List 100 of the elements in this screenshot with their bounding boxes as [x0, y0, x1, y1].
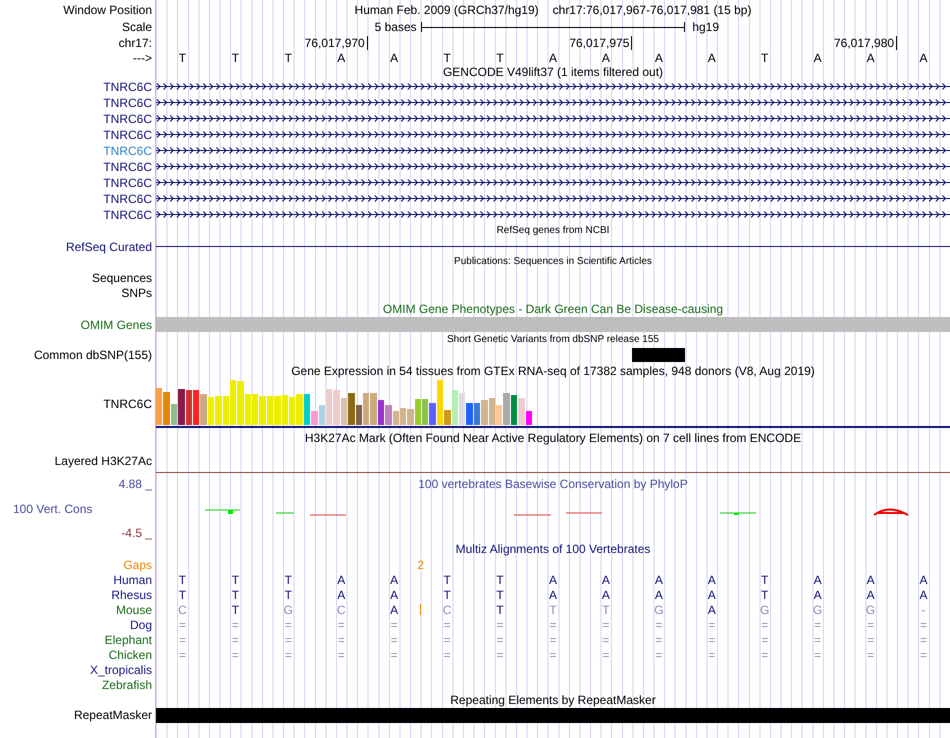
- aligned-base: =: [548, 618, 558, 630]
- track-label[interactable]: TNRC6C: [103, 177, 152, 189]
- aligned-base: =: [813, 634, 822, 646]
- track-label[interactable]: Sequences: [92, 272, 152, 284]
- gene-strand-drawing[interactable]: [156, 211, 950, 218]
- aligned-base: A: [918, 574, 929, 586]
- track-label[interactable]: --->: [133, 52, 152, 64]
- aligned-base: =: [707, 618, 716, 630]
- track-label[interactable]: X_tropicalis: [90, 664, 152, 676]
- aligned-base: =: [230, 634, 240, 646]
- gene-strand-drawing[interactable]: [156, 83, 950, 90]
- aligned-base: T: [495, 574, 505, 586]
- aligned-base: G: [759, 604, 770, 616]
- track-label[interactable]: Zebrafish: [102, 678, 152, 690]
- expression-bar[interactable]: [356, 405, 362, 425]
- track-label[interactable]: OMIM Genes: [80, 318, 152, 330]
- track-label[interactable]: Human: [113, 574, 152, 586]
- aligned-base: T: [495, 604, 505, 616]
- aligned-base: =: [601, 648, 610, 660]
- base-letter: T: [230, 52, 240, 64]
- aligned-base: =: [496, 634, 505, 646]
- track-label[interactable]: TNRC6C: [103, 129, 152, 141]
- position-text: chr17:76,017,967-76,017,981 (15 bp): [552, 4, 752, 16]
- gene-strand-drawing[interactable]: [156, 131, 950, 138]
- expression-bar[interactable]: [192, 390, 200, 425]
- track-label[interactable]: Dog: [130, 618, 152, 630]
- aligned-base: A: [389, 574, 400, 586]
- aligned-base: T: [178, 588, 188, 600]
- track-label[interactable]: Rhesus: [111, 588, 152, 600]
- aligned-base: A: [548, 588, 558, 600]
- axis-min-label: -4.5 _: [121, 527, 152, 539]
- omim-gene-bar[interactable]: [156, 317, 950, 332]
- track-label[interactable]: TNRC6C: [103, 161, 152, 173]
- gene-strand-drawing[interactable]: [156, 115, 950, 122]
- aligned-base: =: [390, 618, 399, 630]
- track-title: RefSeq genes from NCBI: [496, 226, 610, 236]
- aligned-base: A: [600, 574, 611, 586]
- track-label[interactable]: Mouse: [116, 604, 152, 616]
- track-title: Multiz Alignments of 100 Vertebrates: [456, 543, 650, 555]
- aligned-base: T: [442, 588, 452, 600]
- aligned-base: A: [389, 588, 400, 600]
- base-letter: A: [812, 52, 823, 64]
- expression-bar[interactable]: [186, 390, 192, 425]
- track-label[interactable]: Elephant: [104, 634, 152, 646]
- track-label[interactable]: Window Position: [63, 4, 152, 16]
- base-letter: A: [706, 52, 717, 64]
- track-label[interactable]: RepeatMasker: [74, 709, 152, 721]
- gene-strand-drawing[interactable]: [156, 195, 950, 202]
- track-label[interactable]: Chicken: [108, 648, 152, 660]
- gene-strand-drawing[interactable]: [156, 147, 950, 154]
- snp-block[interactable]: [632, 348, 686, 362]
- expression-bar[interactable]: [526, 411, 532, 425]
- aligned-base: A: [706, 574, 717, 586]
- track-label[interactable]: chr17:: [118, 36, 152, 48]
- aligned-base: A: [866, 588, 876, 600]
- aligned-base: =: [760, 648, 770, 660]
- track-label[interactable]: TNRC6C: [103, 193, 152, 205]
- aligned-base: T: [178, 574, 188, 586]
- scale-size: 5 bases: [374, 21, 418, 33]
- aligned-base: G: [864, 604, 876, 616]
- aligned-base: A: [812, 574, 823, 586]
- aligned-base: C: [442, 604, 452, 616]
- track-label[interactable]: Layered H3K27Ac: [54, 455, 152, 467]
- aligned-base: G: [282, 604, 294, 616]
- aligned-base: =: [548, 634, 558, 646]
- aligned-base: =: [336, 634, 346, 646]
- track-label[interactable]: RefSeq Curated: [66, 240, 152, 252]
- aligned-base: =: [390, 648, 399, 660]
- repeat-element-bar[interactable]: [156, 708, 950, 722]
- gene-strand-drawing[interactable]: [156, 163, 950, 170]
- aligned-base: A: [866, 574, 876, 586]
- track-label[interactable]: SNPs: [121, 287, 152, 299]
- aligned-base: =: [601, 634, 610, 646]
- track-label[interactable]: TNRC6C: [103, 113, 152, 125]
- expression-bar[interactable]: [378, 400, 384, 425]
- track-label[interactable]: TNRC6C: [103, 97, 152, 109]
- expression-bar[interactable]: [510, 395, 518, 425]
- aligned-base: =: [866, 634, 876, 646]
- axis-max-label: 4.88 _: [118, 478, 152, 490]
- base-letter: A: [389, 52, 400, 64]
- aligned-base: T: [230, 588, 240, 600]
- aligned-base: A: [600, 588, 611, 600]
- aligned-base: C: [336, 604, 347, 616]
- track-label[interactable]: Common dbSNP(155): [34, 349, 152, 361]
- gene-line[interactable]: [156, 246, 950, 247]
- aligned-base: T: [601, 604, 611, 616]
- base-letter: A: [336, 52, 346, 64]
- track-title: OMIM Gene Phenotypes - Dark Green Can Be Disease-causing: [382, 302, 724, 314]
- gene-strand-drawing[interactable]: [156, 99, 950, 106]
- track-label[interactable]: Scale: [122, 21, 152, 33]
- aligned-base: =: [654, 648, 664, 660]
- track-label[interactable]: 100 Vert. Cons: [0, 502, 92, 514]
- gene-strand-drawing[interactable]: [156, 179, 950, 186]
- track-label[interactable]: TNRC6C: [103, 81, 152, 93]
- track-label[interactable]: TNRC6C: [103, 398, 152, 410]
- expression-bar[interactable]: [474, 403, 480, 425]
- track-label[interactable]: TNRC6C: [103, 209, 152, 221]
- aligned-base: T: [495, 588, 505, 600]
- track-label[interactable]: TNRC6C: [103, 145, 152, 157]
- scale-build: hg19: [691, 21, 720, 33]
